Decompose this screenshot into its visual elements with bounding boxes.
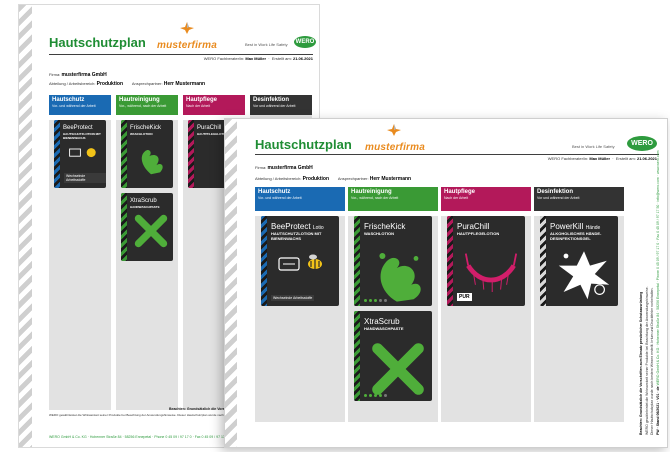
product-desc: ALKOHOLISCHES HÄNDE-DESINFEKTIONSGEL xyxy=(550,231,602,241)
column-header: Hautreinigung Vor-, während, nach der Ar… xyxy=(116,95,178,115)
pur-badge: PUR xyxy=(457,293,472,301)
product-desc: WASCHLOTION xyxy=(364,231,394,236)
column-body: PuraChill HAUTPFLEGELOTION PUR xyxy=(441,216,531,422)
column-hautschutz: Hautschutz Vor- und während der Arbeit B… xyxy=(255,187,345,422)
warning-stripe xyxy=(225,119,237,447)
column-header: Hautschutz Vor- und während der Arbeit xyxy=(49,95,111,115)
column-hautreinigung: Hautreinigung Vor-, während, nach der Ar… xyxy=(348,187,438,422)
splash-icon xyxy=(379,253,421,302)
columns: Hautschutz Vor- und während der Arbeit B… xyxy=(255,187,627,422)
product-note: Wechselnde Arbeitsstoffe xyxy=(271,295,315,301)
musterfirma-logo-icon xyxy=(387,124,401,136)
rating-dots xyxy=(364,394,389,397)
column-body: FrischeKick WASCHLOTION XtraScrub HANDWA… xyxy=(116,120,178,410)
front-sheet: Hautschutzplan musterfirma Best in Work … xyxy=(224,118,668,448)
tagline: Best in Work Life Safety xyxy=(572,144,615,149)
column-body: BeeProtect Lotio HAUTSCHUTZLOTION MIT BI… xyxy=(255,216,345,422)
product-card-frischekick[interactable]: FrischeKick WASCHLOTION xyxy=(354,216,432,306)
cross-brush-icon xyxy=(134,214,168,248)
department-line: Abteilung / Arbeitsbereich: Produktion A… xyxy=(255,176,412,182)
column-hautreinigung: Hautreinigung Vor-, während, nach der Ar… xyxy=(116,95,178,410)
splash-icon xyxy=(141,149,163,175)
page-title: Hautschutzplan xyxy=(255,137,352,152)
product-desc: HAUTSCHUTZLOTION MIT BIENENWACHS xyxy=(271,231,322,241)
brand-name: musterfirma xyxy=(157,40,217,51)
bee-icon xyxy=(69,148,96,158)
department-line: Abteilung / Arbeitsbereich: Produktion A… xyxy=(49,81,206,87)
company-line: Firma: musterfirma GmbH xyxy=(49,72,107,78)
product-name: FrischeKick xyxy=(364,222,406,231)
column-header: Hautschutz Vor- und während der Arbeit xyxy=(255,187,345,211)
column-desinfektion: Desinfektion Vor und während der Arbeit … xyxy=(534,187,624,422)
wero-logo: WERO xyxy=(627,136,657,151)
column-body: PowerKill Hände ALKOHOLISCHES HÄNDE-DESI… xyxy=(534,216,624,422)
column-header: Hautpflege Nach der Arbeit xyxy=(441,187,531,211)
bee-icon xyxy=(278,254,322,271)
virus-burst-icon xyxy=(558,251,610,300)
divider xyxy=(49,54,313,55)
page-title: Hautschutzplan xyxy=(49,35,146,50)
product-card-xtrascrub[interactable]: XtraScrub HANDWASCHPASTE xyxy=(354,311,432,401)
column-body: FrischeKick WASCHLOTION XtraScrub HANDWA… xyxy=(348,216,438,422)
column-header: Hautpflege Nach der Arbeit xyxy=(183,95,245,115)
rating-dots xyxy=(364,299,389,302)
column-hautpflege: Hautpflege Nach der Arbeit PuraChill HAU… xyxy=(441,187,531,422)
divider xyxy=(255,154,659,155)
product-card-beeprotect[interactable]: BeeProtect HAUTSCHUTZLOTION MIT BIENENWA… xyxy=(54,120,106,188)
product-desc: HANDWASCHPASTE xyxy=(364,326,404,331)
musterfirma-logo-icon xyxy=(180,22,194,34)
column-hautschutz: Hautschutz Vor- und während der Arbeit B… xyxy=(49,95,111,410)
prepared-by: WERO Fachberater/in: Max Müller · Erstel… xyxy=(203,56,313,61)
tagline: Best in Work Life Safety xyxy=(245,42,288,47)
side-legal-text: Beachten: Grundsätzlich die Vorschriften… xyxy=(639,150,660,436)
brand-name: musterfirma xyxy=(365,142,425,153)
cross-brush-icon xyxy=(372,343,424,395)
product-name: XtraScrub xyxy=(364,317,400,326)
product-name: PowerKill Hände xyxy=(550,222,601,231)
column-body: BeeProtect HAUTSCHUTZLOTION MIT BIENENWA… xyxy=(49,120,111,410)
brand-logo: musterfirma xyxy=(365,123,425,155)
product-desc: HAUTPFLEGELOTION xyxy=(457,231,500,236)
column-header: Hautreinigung Vor-, während, nach der Ar… xyxy=(348,187,438,211)
column-header: Desinfektion Vor und während der Arbeit xyxy=(534,187,624,211)
product-card-frischekick[interactable]: FrischeKick WASCHLOTION xyxy=(121,120,173,188)
product-card-powerkill[interactable]: PowerKill Hände ALKOHOLISCHES HÄNDE-DESI… xyxy=(540,216,618,306)
wero-logo: WERO xyxy=(294,36,316,48)
company-line: Firma: musterfirma GmbH xyxy=(255,165,313,171)
product-card-xtrascrub[interactable]: XtraScrub HANDWASCHPASTE xyxy=(121,193,173,261)
brand-logo: musterfirma xyxy=(157,21,217,53)
warning-stripe xyxy=(19,5,32,447)
product-name: PuraChill xyxy=(457,222,490,231)
product-card-beeprotect[interactable]: BeeProtect Lotio HAUTSCHUTZLOTION MIT BI… xyxy=(261,216,339,306)
column-header: Desinfektion Vor und während der Arbeit xyxy=(250,95,312,115)
product-name: BeeProtect Lotio xyxy=(271,222,324,231)
product-card-purachill[interactable]: PuraChill HAUTPFLEGELOTION PUR xyxy=(447,216,525,306)
